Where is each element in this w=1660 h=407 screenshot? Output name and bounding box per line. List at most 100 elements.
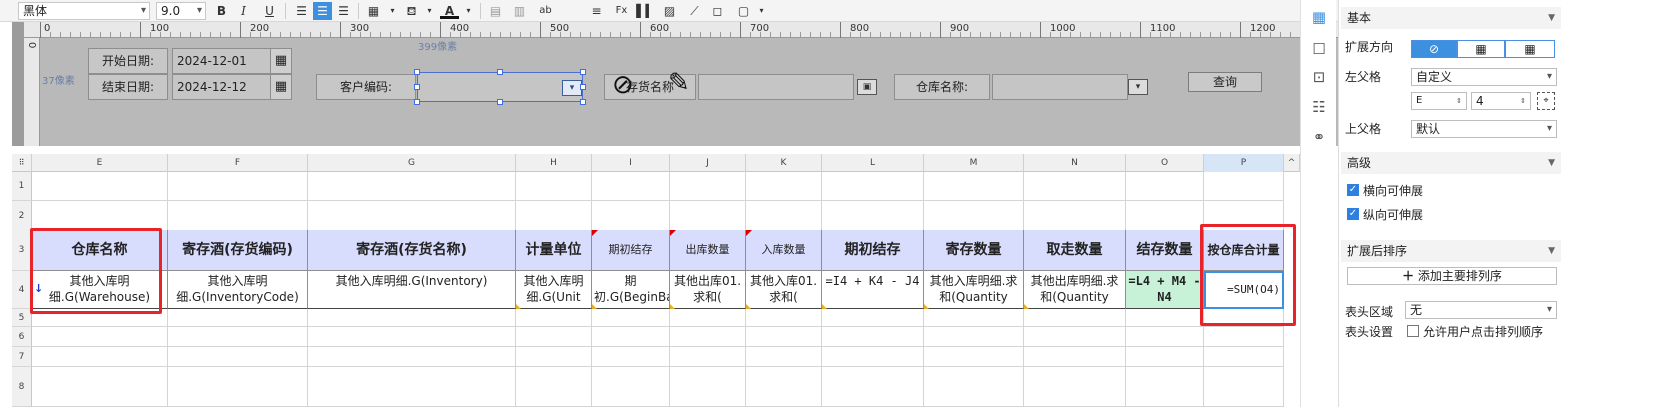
grid-cell[interactable]	[1204, 172, 1284, 201]
column-header-H[interactable]: H	[516, 154, 592, 172]
row-header-3[interactable]: 3	[12, 230, 32, 271]
dropdown-icon[interactable]: ▾	[562, 80, 582, 96]
data-cell-K[interactable]: 其他入库01.求和(	[746, 271, 822, 309]
column-header-E[interactable]: E	[32, 154, 168, 172]
text-format-icon[interactable]: ab	[536, 2, 555, 20]
font-size-select[interactable]: 9.0 ▾	[156, 2, 206, 20]
font-color-icon[interactable]: A	[440, 2, 459, 19]
grid-cell[interactable]	[924, 309, 1024, 327]
left-parent-row-input[interactable]: 4 ⇕	[1471, 92, 1531, 110]
grid-cell[interactable]	[1126, 172, 1204, 201]
resize-handle[interactable]	[497, 99, 503, 105]
grid-cell[interactable]	[1024, 172, 1126, 201]
grid-cell[interactable]	[516, 172, 592, 201]
scroll-up-icon[interactable]: ^	[1284, 154, 1300, 172]
resize-handle[interactable]	[580, 69, 586, 75]
formula-icon[interactable]: Fx	[612, 2, 631, 20]
data-cell-M[interactable]: 其他入库明细.求和(Quantity	[924, 271, 1024, 309]
grid-cell[interactable]	[822, 201, 924, 231]
link-icon[interactable]: ⚭	[1310, 128, 1328, 146]
grid-cell[interactable]	[1024, 367, 1126, 407]
border-icon[interactable]: ▦	[364, 2, 383, 20]
grid-cell[interactable]	[670, 201, 746, 231]
header-cell-O[interactable]: 结存数量	[1126, 230, 1204, 271]
grid-cell[interactable]	[592, 327, 670, 347]
grid-cell[interactable]	[592, 309, 670, 327]
grid-cell[interactable]	[168, 172, 308, 201]
resize-handle[interactable]	[414, 99, 420, 105]
data-cell-O[interactable]: =L4 + M4 - N4	[1126, 271, 1204, 309]
align-right-icon[interactable]: ☰	[334, 2, 353, 20]
grid-cell[interactable]	[1126, 327, 1204, 347]
chart-icon[interactable]: ▌▍	[636, 2, 655, 20]
grid-cell[interactable]	[746, 347, 822, 367]
grid-cell[interactable]	[516, 327, 592, 347]
header-cell-M[interactable]: 寄存数量	[924, 230, 1024, 271]
expand-horizontal-button[interactable]: ▦	[1505, 40, 1555, 58]
grid-cell[interactable]	[308, 172, 516, 201]
column-header-P[interactable]: P	[1204, 154, 1284, 172]
expand-none-button[interactable]: ⊘	[1411, 40, 1457, 58]
row-header-2[interactable]: 2	[12, 201, 32, 231]
column-header-J[interactable]: J	[670, 154, 746, 172]
add-sort-button[interactable]: ＋ 添加主要排列序	[1347, 267, 1557, 285]
left-parent-col-input[interactable]: E ⇕	[1411, 92, 1467, 110]
select-cell-icon[interactable]: ⌖	[1537, 92, 1555, 110]
header-area-select[interactable]: 无 ▾	[1405, 301, 1557, 319]
data-cell-J[interactable]: 其他出库01.求和(	[670, 271, 746, 309]
column-header-M[interactable]: M	[924, 154, 1024, 172]
section-basic[interactable]: 基本 ▼	[1341, 7, 1561, 29]
left-parent-select[interactable]: 自定义 ▾	[1411, 68, 1557, 86]
grid-cell[interactable]	[1126, 367, 1204, 407]
header-cell-H[interactable]: 计量单位	[516, 230, 592, 271]
column-header-L[interactable]: L	[822, 154, 924, 172]
grid-cell[interactable]	[516, 367, 592, 407]
section-advanced[interactable]: 高级 ▼	[1341, 152, 1561, 174]
grid-cell[interactable]	[592, 367, 670, 407]
grid-cell[interactable]	[516, 201, 592, 231]
grid-cell[interactable]	[32, 367, 168, 407]
cell-properties-icon[interactable]: ▦	[1310, 8, 1328, 26]
image-icon[interactable]: ▨	[660, 2, 679, 20]
grid-cell[interactable]	[746, 172, 822, 201]
grid-cell[interactable]	[516, 309, 592, 327]
grid-cell[interactable]	[670, 367, 746, 407]
grid-cell[interactable]	[746, 201, 822, 231]
h-expandable-checkbox[interactable]: ✓	[1347, 184, 1359, 196]
grid-cell[interactable]	[308, 201, 516, 231]
left-splitter[interactable]	[12, 22, 24, 146]
column-header-O[interactable]: O	[1126, 154, 1204, 172]
grid-cell[interactable]	[1024, 201, 1126, 231]
row-header-1[interactable]: 1	[12, 172, 32, 201]
grid-cell[interactable]	[168, 347, 308, 367]
section-sort[interactable]: 扩展后排序 ▼	[1341, 240, 1561, 262]
row-header-7[interactable]: 7	[12, 347, 32, 367]
merge-icon[interactable]: ▤	[486, 2, 505, 20]
grid-cell[interactable]	[822, 309, 924, 327]
grid-cell[interactable]	[924, 201, 1024, 231]
resize-handle[interactable]	[414, 84, 420, 90]
underline-icon[interactable]: U	[260, 2, 279, 20]
bold-icon[interactable]: B	[212, 2, 231, 20]
grid-cell[interactable]	[746, 327, 822, 347]
grid-cell[interactable]	[1024, 309, 1126, 327]
grid-cell[interactable]	[924, 327, 1024, 347]
hidden-eye-icon[interactable]: ⊘	[612, 70, 634, 100]
data-cell-G[interactable]: 其他入库明细.G(Inventory)	[308, 271, 516, 309]
column-header-F[interactable]: F	[168, 154, 308, 172]
resize-handle[interactable]	[580, 84, 586, 90]
start-date-field[interactable]: 2024-12-01	[172, 48, 272, 74]
grid-cell[interactable]	[168, 201, 308, 231]
grid-cell[interactable]	[308, 347, 516, 367]
data-cell-N[interactable]: 其他出库明细.求和(Quantity	[1024, 271, 1126, 309]
grid-cell[interactable]	[924, 367, 1024, 407]
column-header-K[interactable]: K	[746, 154, 822, 172]
grid-cell[interactable]	[670, 309, 746, 327]
chevron-down-icon[interactable]: ▾	[420, 2, 439, 20]
grid-cell[interactable]	[32, 327, 168, 347]
row-header-8[interactable]: 8	[12, 367, 32, 407]
grid-cell[interactable]	[1126, 347, 1204, 367]
dropdown-icon[interactable]: ▾	[1128, 79, 1148, 95]
header-cell-G[interactable]: 寄存酒(存货名称)	[308, 230, 516, 271]
column-header-N[interactable]: N	[1024, 154, 1126, 172]
